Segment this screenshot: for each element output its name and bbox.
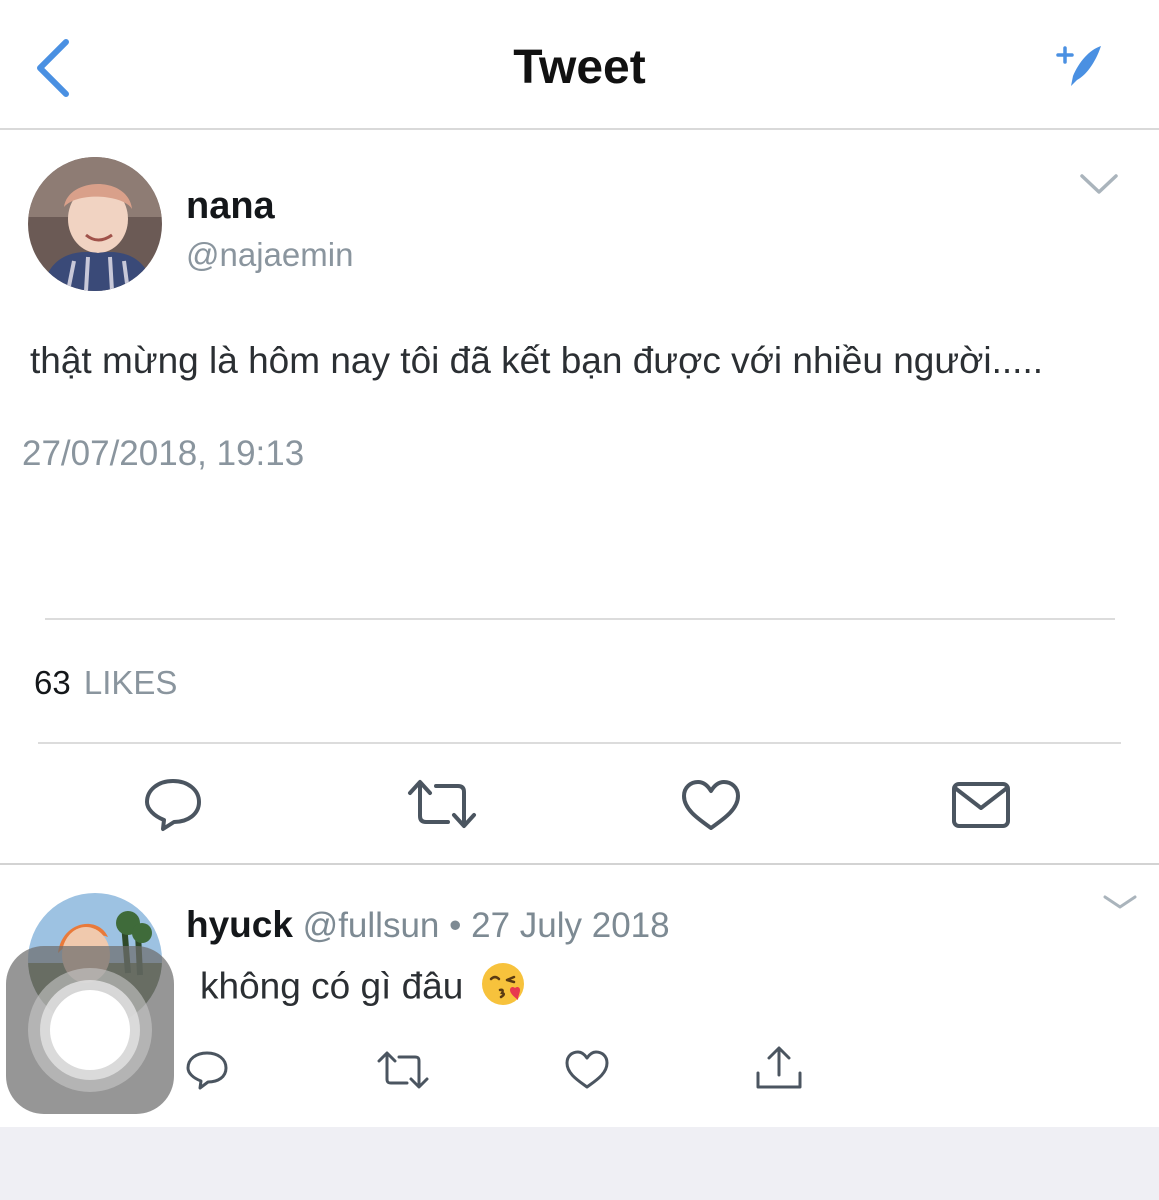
reply-header: hyuck @fullsun • 27 July 2018 (186, 904, 670, 946)
direct-message-icon (952, 782, 1010, 828)
direct-message-button[interactable] (950, 780, 1012, 830)
reply-button[interactable] (143, 776, 203, 832)
chevron-down-icon (1103, 895, 1137, 909)
reply-button[interactable] (185, 1049, 229, 1091)
share-icon (756, 1046, 802, 1089)
compose-button[interactable] (1055, 42, 1109, 92)
compose-sparkle-icon (1056, 46, 1101, 86)
reply-text-content: không có gì đâu (200, 965, 464, 1007)
divider (38, 742, 1121, 744)
reply-text: không có gì đâu (200, 960, 528, 1017)
tweet-text: thật mừng là hôm nay tôi đã kết bạn được… (30, 340, 1044, 381)
kissing-face-emoji (480, 960, 528, 1017)
like-button[interactable] (564, 1049, 610, 1091)
tweet-timestamp: 27/07/2018, 19:13 (22, 434, 305, 473)
reply-icon (145, 779, 201, 831)
display-name[interactable]: hyuck (186, 904, 293, 945)
user-handle[interactable]: @najaemin (186, 236, 353, 274)
like-icon (682, 780, 740, 830)
avatar[interactable] (28, 157, 162, 291)
chevron-down-icon (1080, 174, 1118, 194)
reply-icon (186, 1051, 228, 1090)
likes-label: LIKES (83, 664, 178, 701)
display-name[interactable]: nana (186, 185, 275, 228)
bottom-background (0, 1127, 1159, 1200)
assistive-touch-ring (28, 968, 152, 1092)
retweet-icon (377, 1051, 429, 1089)
reply-options-button[interactable] (1102, 893, 1138, 911)
likes-count: 63 (34, 664, 71, 701)
retweet-icon (408, 780, 476, 828)
separator-dot: • (449, 906, 462, 945)
retweet-button[interactable] (406, 778, 478, 830)
page-title: Tweet (513, 41, 646, 94)
tweet-options-button[interactable] (1078, 170, 1120, 198)
divider (0, 863, 1159, 865)
reply-date: 27 July 2018 (471, 906, 670, 945)
divider (45, 618, 1115, 620)
assistive-touch-button[interactable] (6, 946, 174, 1114)
like-icon (565, 1050, 609, 1089)
like-button[interactable] (680, 778, 742, 832)
likes-stat[interactable]: 63 LIKES (34, 664, 177, 702)
share-button[interactable] (754, 1045, 804, 1091)
nav-bar: Tweet (0, 0, 1159, 130)
retweet-button[interactable] (376, 1050, 430, 1090)
user-handle[interactable]: @fullsun (303, 906, 440, 945)
